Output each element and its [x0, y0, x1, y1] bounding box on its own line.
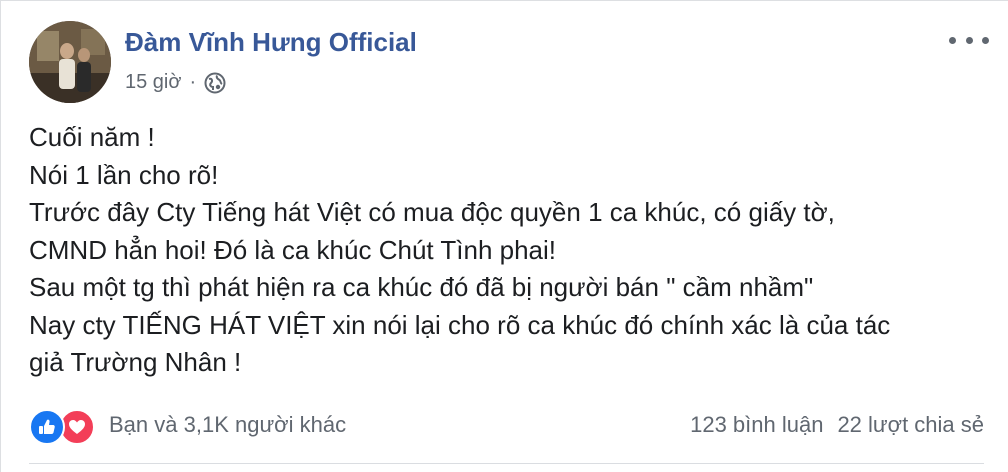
post-header: Đàm Vĩnh Hưng Official 15 giờ · — [29, 21, 989, 107]
post-footer: Bạn và 3,1K người khác 123 bình luận 22 … — [29, 403, 984, 447]
shares-count-link[interactable]: 22 lượt chia sẻ — [837, 412, 984, 438]
more-dot — [982, 36, 989, 44]
post-line: Nói 1 lần cho rõ! — [29, 159, 219, 190]
globe-icon[interactable] — [204, 72, 226, 94]
post-meta: 15 giờ · — [125, 71, 226, 94]
avatar-photo — [29, 21, 111, 103]
more-dot — [949, 36, 956, 44]
post-body: Cuối năm ! Nói 1 lần cho rõ! Trước đây C… — [29, 119, 989, 382]
engagement-counts: 123 bình luận 22 lượt chia sẻ — [690, 412, 984, 438]
meta-separator: · — [189, 71, 197, 93]
reactions-summary[interactable]: Bạn và 3,1K người khác — [29, 407, 347, 445]
post-card: Đàm Vĩnh Hưng Official 15 giờ · Cuối năm… — [0, 0, 1008, 472]
comments-count-link[interactable]: 123 bình luận — [690, 412, 823, 438]
more-options-icon[interactable] — [949, 29, 989, 51]
post-line: Trước đây Cty Tiếng hát Việt có mua độc … — [29, 197, 835, 227]
reaction-icons — [29, 407, 101, 445]
post-timestamp[interactable]: 15 giờ — [125, 71, 181, 94]
post-line: Nay cty TIẾNG HÁT VIỆT xin nói lại cho r… — [29, 309, 891, 340]
post-line: giả Trường Nhân ! — [29, 347, 242, 377]
page-name-link[interactable]: Đàm Vĩnh Hưng Official — [125, 27, 417, 58]
more-dot — [965, 36, 973, 44]
like-icon — [29, 409, 65, 445]
post-line: Sau một tg thì phát hiện ra ca khúc đó đ… — [29, 272, 814, 302]
post-line: CMND hẳn hoi! Đó là ca khúc Chút Tình ph… — [29, 234, 557, 265]
post-line: Cuối năm ! — [29, 122, 155, 152]
footer-divider — [29, 463, 984, 464]
reactions-text: Bạn và 3,1K người khác — [109, 412, 347, 437]
avatar[interactable] — [29, 21, 111, 103]
